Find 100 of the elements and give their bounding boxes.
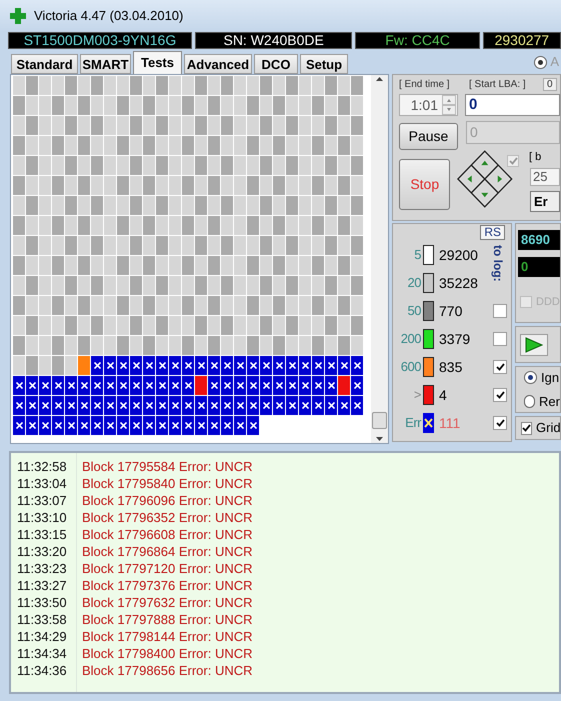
- block-cell: [338, 336, 350, 355]
- cross-icon: [236, 422, 244, 429]
- checkbox[interactable]: [493, 360, 507, 374]
- block-cell: [182, 296, 194, 315]
- cross-icon: [224, 362, 230, 369]
- window-title: Victoria 4.47 (03.04.2010): [34, 7, 184, 26]
- checkbox[interactable]: [493, 332, 507, 346]
- block-cell: [195, 316, 207, 335]
- block-cell: [65, 216, 77, 235]
- block-cell: [13, 276, 25, 295]
- radio-label: A: [550, 53, 559, 72]
- scroll-thumb[interactable]: [372, 412, 387, 429]
- cross-icon: [210, 382, 218, 389]
- cross-icon: [210, 402, 218, 409]
- tab[interactable]: DCO: [254, 54, 298, 74]
- checkbox[interactable]: [493, 416, 507, 430]
- cross-icon: [288, 382, 296, 389]
- pause-button[interactable]: Pause: [399, 123, 458, 150]
- block-cell: [299, 256, 311, 275]
- block-cell: [26, 276, 38, 295]
- checkbox[interactable]: [521, 422, 532, 434]
- block-cell: [104, 96, 116, 115]
- block-cell: [338, 276, 350, 295]
- tab[interactable]: Setup: [300, 54, 348, 74]
- block-cell: [351, 116, 363, 135]
- block-cell: [52, 156, 64, 175]
- block-cell: [52, 96, 64, 115]
- block-cell: [182, 96, 194, 115]
- block-cell: [208, 196, 220, 215]
- block-cell: [169, 96, 181, 115]
- radio-button[interactable]: [524, 371, 537, 384]
- scrollbar[interactable]: [371, 75, 388, 443]
- block-cell: [78, 156, 90, 175]
- radio-button[interactable]: [524, 394, 536, 408]
- block-cell: [351, 236, 363, 255]
- tab[interactable]: SMART: [80, 54, 131, 74]
- block-cell: [39, 336, 51, 355]
- block-cell: [65, 276, 77, 295]
- block-cell: [52, 316, 64, 335]
- tab[interactable]: Standard: [11, 54, 78, 74]
- block-cell: [286, 336, 298, 355]
- scroll-down-icon[interactable]: [376, 437, 383, 441]
- checkbox[interactable]: [507, 155, 519, 167]
- block-cell: [234, 236, 246, 255]
- cross-icon: [210, 362, 218, 369]
- cross-icon: [328, 382, 334, 389]
- block-cell: [156, 156, 168, 175]
- block-cell: [299, 236, 311, 255]
- block-cell: [52, 276, 64, 295]
- log-message: Block 17797888 Error: UNCR: [82, 610, 253, 629]
- block-size-field[interactable]: 25: [530, 168, 560, 186]
- play-button[interactable]: [520, 334, 548, 356]
- block-cell: [26, 216, 38, 235]
- block-cell: [260, 156, 272, 175]
- cross-icon: [276, 402, 282, 409]
- radio-button[interactable]: [534, 56, 548, 68]
- block-cell: [325, 176, 337, 195]
- cross-icon: [328, 402, 334, 409]
- checkbox[interactable]: [520, 296, 532, 308]
- block-cell: [130, 96, 142, 115]
- end-time-spinner[interactable]: 1:01: [399, 94, 458, 116]
- reset-button[interactable]: RS: [480, 225, 505, 240]
- block-cell: [143, 296, 155, 315]
- block-cell: [78, 196, 90, 215]
- tab[interactable]: Tests: [133, 51, 182, 74]
- block-cell: [273, 336, 285, 355]
- block-cell: [143, 276, 155, 295]
- cross-icon: [120, 402, 126, 409]
- block-cell: [286, 296, 298, 315]
- block-cell: [312, 256, 324, 275]
- cross-icon: [146, 402, 152, 409]
- block-cell: [156, 76, 168, 95]
- block-cell: [182, 196, 194, 215]
- log-message: Block 17796352 Error: UNCR: [82, 508, 253, 527]
- checkbox[interactable]: [493, 388, 507, 402]
- start-lba-field[interactable]: 0: [465, 94, 560, 116]
- block-cell: [286, 176, 298, 195]
- count-label: 3379: [438, 330, 472, 348]
- checkbox[interactable]: [493, 304, 507, 318]
- cross-icon: [288, 362, 296, 369]
- block-cell: [182, 216, 194, 235]
- block-cell: [169, 276, 181, 295]
- block-cell: [312, 236, 324, 255]
- block-cell: [234, 76, 246, 95]
- cross-icon: [80, 402, 88, 409]
- block-cell: [169, 196, 181, 215]
- action-button[interactable]: Er: [530, 191, 560, 212]
- tab[interactable]: Advanced: [184, 54, 252, 74]
- block-cell: [286, 316, 298, 335]
- block-cell: [299, 336, 311, 355]
- cross-icon: [106, 402, 114, 409]
- scroll-up-icon[interactable]: [376, 77, 383, 81]
- block-cell: [273, 276, 285, 295]
- cross-icon: [28, 382, 36, 389]
- value-display: 0: [518, 257, 560, 277]
- block-cell: [221, 276, 233, 295]
- cross-icon: [262, 362, 270, 369]
- block-cell: [156, 256, 168, 275]
- block-cell: [39, 136, 51, 155]
- cross-icon: [236, 402, 244, 409]
